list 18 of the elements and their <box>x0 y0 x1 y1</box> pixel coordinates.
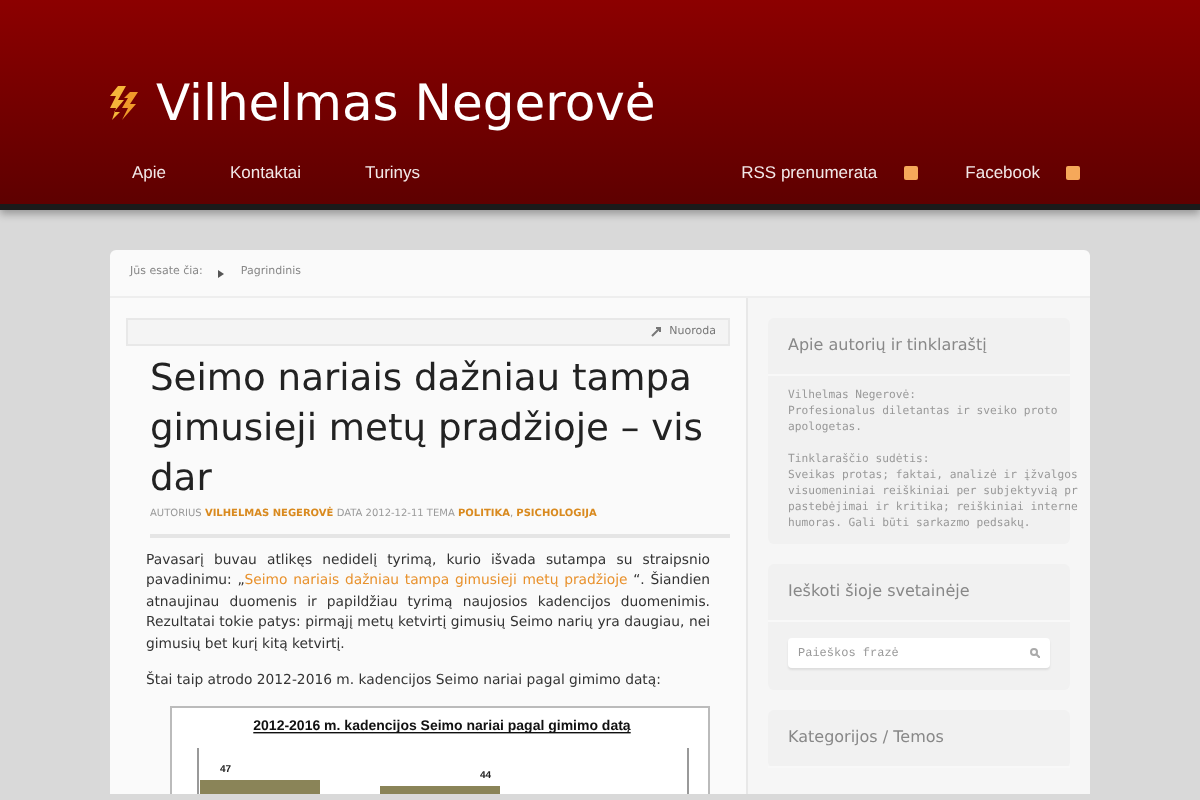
site-title[interactable]: Vilhelmas Negerovė <box>156 77 656 127</box>
widget-title: Kategorijos / Temos <box>768 710 1070 768</box>
widget-title: Ieškoti šioje svetainėje <box>768 564 1070 622</box>
rss-icon <box>1066 165 1080 180</box>
bar <box>200 779 320 794</box>
lightning-icon <box>104 84 140 120</box>
nav-link[interactable]: Facebook <box>949 160 1056 186</box>
nav-link[interactable]: RSS prenumerata <box>725 160 894 186</box>
chevron-icon <box>218 269 225 277</box>
search-icon[interactable] <box>1030 648 1040 658</box>
rss-icon <box>903 165 918 180</box>
nav-link[interactable]: Kontaktai <box>214 160 317 186</box>
nav-link[interactable]: Apie <box>116 160 183 186</box>
link-icon <box>649 326 662 338</box>
bar <box>380 785 500 794</box>
widget-title: Apie autorių ir tinklaraštį <box>768 318 1070 376</box>
post-title: Seimo nariais dažniau tampa gimusieji metų pradžioje – vis dar <box>150 356 705 504</box>
nav-link[interactable]: Turinys <box>348 160 437 186</box>
